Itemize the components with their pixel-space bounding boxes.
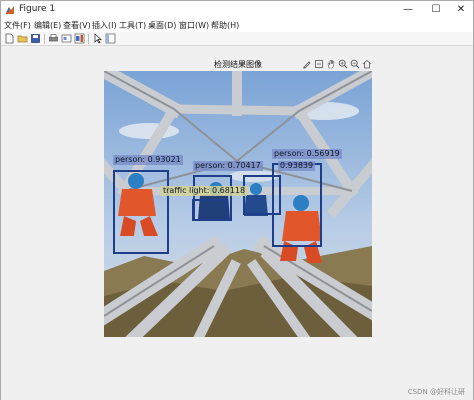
maximize-button[interactable]: ☐ (422, 2, 450, 18)
pan-hand-icon[interactable] (326, 59, 336, 69)
pointer-icon[interactable] (92, 33, 103, 44)
menu-window[interactable]: 窗口(W) (179, 19, 209, 32)
menu-tools[interactable]: 工具(T) (119, 19, 146, 32)
watermark: CSDN @好科让研 (407, 388, 465, 396)
property-editor-icon[interactable] (105, 33, 116, 44)
close-button[interactable]: ✕ (447, 2, 474, 18)
window-title: Figure 1 (19, 4, 56, 14)
detection-box-traffic-light (192, 199, 226, 221)
save-icon[interactable] (30, 33, 41, 44)
detection-label: person: 0.70417 (193, 161, 263, 171)
detection-box-person-4 (272, 163, 322, 247)
detection-label: person: 0.56919 (272, 149, 342, 159)
new-file-icon[interactable] (4, 33, 15, 44)
toolbar-separator (88, 34, 89, 44)
menu-insert[interactable]: 插入(I) (92, 19, 117, 32)
toolbar-separator (44, 34, 45, 44)
open-folder-icon[interactable] (17, 33, 28, 44)
detection-image: person: 0.93021 person: 0.70417 0.93839 … (104, 71, 372, 337)
matlab-icon (6, 6, 14, 14)
home-icon[interactable] (362, 59, 372, 69)
menu-file[interactable]: 文件(F) (4, 19, 31, 32)
menu-edit[interactable]: 编辑(E) (34, 19, 61, 32)
axes-title: 检测结果图像 (214, 60, 262, 69)
insert-colorbar-icon[interactable] (74, 33, 85, 44)
brush-icon[interactable] (302, 59, 312, 69)
zoom-in-icon[interactable] (338, 59, 348, 69)
menu-bar: 文件(F) 编辑(E) 查看(V) 插入(I) 工具(T) 桌面(D) 窗口(W… (1, 19, 473, 32)
figure-canvas: 检测结果图像 person: 0.93021 person: 0.70417 0… (1, 47, 473, 400)
link-icon[interactable] (61, 33, 72, 44)
figure-window: Figure 1 — ☐ ✕ 文件(F) 编辑(E) 查看(V) 插入(I) 工… (0, 0, 474, 400)
detection-label: person: 0.93021 (113, 155, 183, 165)
detection-box-person-1 (113, 170, 169, 254)
menu-help[interactable]: 帮助(H) (211, 19, 239, 32)
detection-label: traffic light: 0.68118 (161, 186, 248, 196)
export-icon[interactable] (314, 59, 324, 69)
print-icon[interactable] (48, 33, 59, 44)
menu-view[interactable]: 查看(V) (63, 19, 91, 32)
menu-desktop[interactable]: 桌面(D) (148, 19, 176, 32)
title-bar: Figure 1 — ☐ ✕ (1, 1, 473, 19)
detection-label: 0.93839 (278, 161, 316, 171)
zoom-out-icon[interactable] (350, 59, 360, 69)
toolbar (1, 32, 473, 46)
minimize-button[interactable]: — (394, 2, 422, 18)
